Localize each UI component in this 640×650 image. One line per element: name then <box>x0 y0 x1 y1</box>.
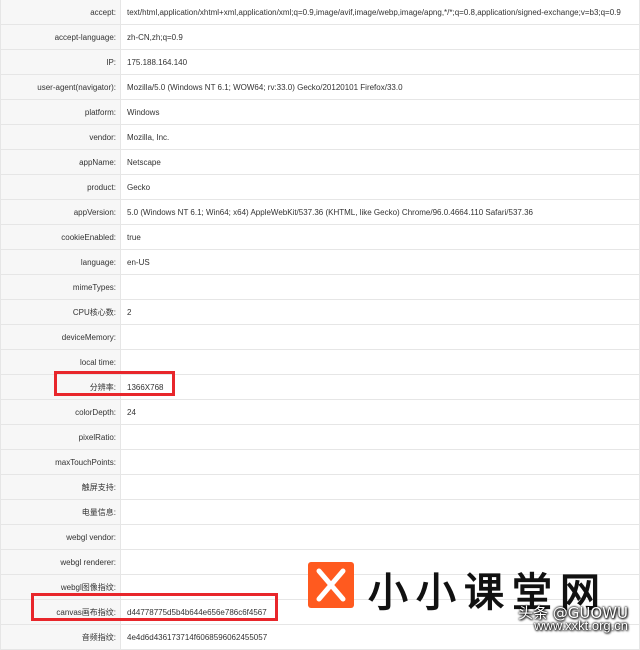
row-key: webgl vendor: <box>0 524 121 550</box>
row-key: appVersion: <box>0 199 121 225</box>
row-key: deviceMemory: <box>0 324 121 350</box>
row-value: 5.0 (Windows NT 6.1; Win64; x64) AppleWe… <box>120 199 640 225</box>
table-row: canvas画布指纹: d44778775d5b4b644e656e786c6f4… <box>0 599 640 625</box>
table-row: vendor: Mozilla, Inc. <box>0 124 640 150</box>
row-value <box>120 549 640 575</box>
row-value: Mozilla/5.0 (Windows NT 6.1; WOW64; rv:3… <box>120 74 640 100</box>
table-row: accept-language: zh-CN,zh;q=0.9 <box>0 24 640 50</box>
table-row: mimeTypes: <box>0 274 640 300</box>
table-row: appName: Netscape <box>0 149 640 175</box>
table-row: language: en-US <box>0 249 640 275</box>
row-value <box>120 324 640 350</box>
table-row: colorDepth: 24 <box>0 399 640 425</box>
row-key: accept: <box>0 0 121 25</box>
row-value: 175.188.164.140 <box>120 49 640 75</box>
row-key: cookieEnabled: <box>0 224 121 250</box>
row-key: IP: <box>0 49 121 75</box>
row-key: appName: <box>0 149 121 175</box>
row-value <box>120 524 640 550</box>
table-row: accept: text/html,application/xhtml+xml,a… <box>0 0 640 25</box>
table-row: deviceMemory: <box>0 324 640 350</box>
table-row: CPU核心数: 2 <box>0 299 640 325</box>
row-key: maxTouchPoints: <box>0 449 121 475</box>
row-key: CPU核心数: <box>0 299 121 325</box>
table-row: 触屏支持: <box>0 474 640 500</box>
row-value <box>120 274 640 300</box>
row-key: product: <box>0 174 121 200</box>
row-key: vendor: <box>0 124 121 150</box>
row-value: d44778775d5b4b644e656e786c6f4567 <box>120 599 640 625</box>
table-row: product: Gecko <box>0 174 640 200</box>
row-key: 分辨率: <box>0 374 121 400</box>
row-key: 音频指纹: <box>0 624 121 650</box>
row-value: 2 <box>120 299 640 325</box>
table-row: maxTouchPoints: <box>0 449 640 475</box>
row-value: Windows <box>120 99 640 125</box>
row-key: 触屏支持: <box>0 474 121 500</box>
row-value <box>120 424 640 450</box>
row-value: text/html,application/xhtml+xml,applicat… <box>120 0 640 25</box>
row-value <box>120 499 640 525</box>
browser-info-table: accept: text/html,application/xhtml+xml,a… <box>0 0 640 650</box>
row-value <box>120 474 640 500</box>
row-value: 4e4d6d436173714f6068596062455057 <box>120 624 640 650</box>
table-row: webgl renderer: <box>0 549 640 575</box>
row-key: webgl图像指纹: <box>0 574 121 600</box>
row-key: colorDepth: <box>0 399 121 425</box>
table-row: IP: 175.188.164.140 <box>0 49 640 75</box>
table-row: 音频指纹: 4e4d6d436173714f6068596062455057 <box>0 624 640 650</box>
row-key: webgl renderer: <box>0 549 121 575</box>
table-row: webgl vendor: <box>0 524 640 550</box>
row-value: 1366X768 <box>120 374 640 400</box>
table-row: pixelRatio: <box>0 424 640 450</box>
table-row: cookieEnabled: true <box>0 224 640 250</box>
table-row: local time: <box>0 349 640 375</box>
row-value: 24 <box>120 399 640 425</box>
row-key: local time: <box>0 349 121 375</box>
row-key: 电量信息: <box>0 499 121 525</box>
row-value: Gecko <box>120 174 640 200</box>
row-value <box>120 449 640 475</box>
row-key: mimeTypes: <box>0 274 121 300</box>
row-value: en-US <box>120 249 640 275</box>
table-row: platform: Windows <box>0 99 640 125</box>
row-key: user-agent(navigator): <box>0 74 121 100</box>
table-row: 分辨率: 1366X768 <box>0 374 640 400</box>
table-row: appVersion: 5.0 (Windows NT 6.1; Win64; x… <box>0 199 640 225</box>
row-value: zh-CN,zh;q=0.9 <box>120 24 640 50</box>
table-row: webgl图像指纹: <box>0 574 640 600</box>
row-value: Netscape <box>120 149 640 175</box>
row-key: language: <box>0 249 121 275</box>
row-value: true <box>120 224 640 250</box>
row-key: pixelRatio: <box>0 424 121 450</box>
table-row: 电量信息: <box>0 499 640 525</box>
row-key: accept-language: <box>0 24 121 50</box>
row-value: Mozilla, Inc. <box>120 124 640 150</box>
row-key: platform: <box>0 99 121 125</box>
table-row: user-agent(navigator): Mozilla/5.0 (Windo… <box>0 74 640 100</box>
row-value <box>120 574 640 600</box>
row-value <box>120 349 640 375</box>
row-key: canvas画布指纹: <box>0 599 121 625</box>
